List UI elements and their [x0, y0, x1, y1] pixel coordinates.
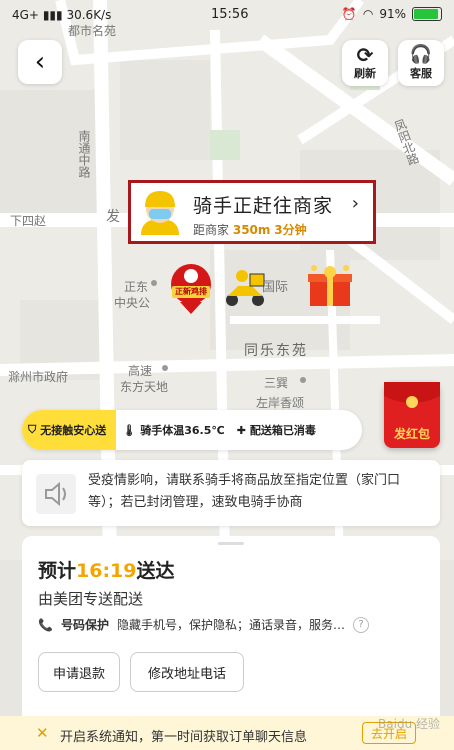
chevron-left-icon: ‹ [34, 47, 46, 77]
map-label: 左岸香颂 [256, 396, 305, 410]
rider-status-title: 骑手正赶往商家 [193, 195, 334, 217]
rider-temperature: 🌡 骑手体温36.5℃ [116, 422, 230, 438]
red-packet-button[interactable]: 发红包 [384, 382, 440, 448]
network-status: 4G+ ▮▮▮ 30.6K/s [12, 8, 111, 22]
rider-distance-info: 距商家 350m 3分钟 [193, 221, 307, 238]
headset-icon: 🎧 [409, 44, 433, 65]
delivery-provider: 由美团专送配送 [38, 590, 144, 608]
rider-temperature-label: 骑手体温36.5℃ [140, 424, 225, 437]
refresh-button[interactable]: ⟳ 刷新 [342, 40, 388, 86]
contactless-tag: ⛉ 无接触安心送 [22, 410, 117, 450]
speaker-icon [36, 474, 76, 514]
clock: 15:56 [211, 7, 249, 22]
disinfect-icon: ✚ [236, 423, 246, 437]
rider-avatar [141, 191, 179, 235]
network-type: 4G+ [12, 8, 39, 22]
status-bar: 4G+ ▮▮▮ 30.6K/s 15:56 ⏰ ◠ 91% [0, 0, 454, 32]
battery-percent: 91% [379, 7, 406, 21]
map-label: 高速 [128, 364, 153, 378]
wifi-icon: ◠ [362, 7, 374, 21]
customer-service-button[interactable]: 🎧 客服 [398, 40, 444, 86]
contactless-safety-bar[interactable]: ⛉ 无接触安心送 🌡 骑手体温36.5℃ ✚ 配送箱已消毒 [22, 410, 362, 450]
gift-box-marker[interactable] [304, 262, 356, 308]
distance-value: 350m [232, 223, 271, 237]
map-label: 南通中路 [77, 130, 91, 178]
map-label: 三巽 [264, 376, 289, 390]
thermometer-icon: 🌡 [122, 423, 137, 437]
order-panel: 预计16:19送达 由美团专送配送 📞 号码保护 隐藏手机号，保护隐私；通话录音… [22, 536, 440, 716]
edit-address-button[interactable]: 修改地址电话 [130, 652, 244, 692]
box-disinfected: ✚ 配送箱已消毒 [231, 422, 322, 438]
signal-icon: ▮▮▮ [42, 8, 63, 22]
red-packet-label: 发红包 [393, 427, 430, 441]
close-icon[interactable]: ✕ [36, 724, 49, 742]
network-speed: 30.6K/s [66, 8, 112, 22]
map-label: 下四赵 [10, 214, 47, 228]
customer-service-label: 客服 [410, 67, 432, 80]
notification-message: 开启系统通知，第一时间获取订单聊天信息 [60, 730, 308, 745]
rider-status-card[interactable]: 骑手正赶往商家 › 距商家 350m 3分钟 [128, 180, 376, 244]
delivery-eta: 预计16:19送达 [38, 556, 175, 583]
rider-marker [222, 268, 268, 308]
shield-icon: ⛉ [28, 423, 37, 436]
red-envelope-icon [384, 382, 440, 408]
contactless-label: 无接触安心送 [40, 424, 107, 437]
refund-button[interactable]: 申请退款 [38, 652, 120, 692]
alarm-icon: ⏰ [341, 7, 357, 21]
map-label: 发 [106, 209, 120, 225]
eta-value: 3分钟 [274, 223, 307, 237]
number-protection-desc: 隐藏手机号，保护隐私；通话录音，服务… [116, 618, 345, 632]
eta-suffix: 送达 [136, 560, 175, 582]
refresh-label: 刷新 [354, 67, 376, 80]
number-protection-label: 号码保护 [60, 618, 109, 632]
refresh-icon: ⟳ [356, 43, 374, 67]
eta-prefix: 预计 [38, 560, 77, 582]
drag-handle[interactable] [218, 542, 244, 545]
number-protection-row[interactable]: 📞 号码保护 隐藏手机号，保护隐私；通话录音，服务… ? [38, 616, 418, 633]
merchant-name-label: 正新鸡排 [175, 287, 207, 296]
gift-box-icon [308, 265, 352, 306]
box-disinfected-label: 配送箱已消毒 [249, 424, 316, 437]
epidemic-notice: 受疫情影响，请联系骑手将商品放至指定位置（家门口等）；若已封闭管理，速致电骑手协… [22, 460, 440, 526]
merchant-marker[interactable]: 正新鸡排 [166, 262, 216, 316]
map-label: 正东 [124, 280, 149, 294]
map-label: 中央公 [114, 296, 151, 310]
battery-icon [412, 7, 442, 21]
eta-time: 16:19 [76, 560, 137, 582]
map-label: 滁州市政府 [8, 370, 69, 384]
back-button[interactable]: ‹ [18, 40, 62, 84]
phone-icon: 📞 [38, 617, 53, 632]
question-icon[interactable]: ? [352, 616, 369, 633]
chevron-right-icon: › [351, 193, 359, 214]
notice-text: 受疫情影响，请联系骑手将商品放至指定位置（家门口等）；若已封闭管理，速致电骑手协… [88, 473, 401, 510]
scooter-icon [226, 270, 265, 306]
distance-prefix: 距商家 [193, 223, 230, 237]
watermark: Baidu 经验 [378, 717, 440, 731]
map-label: 同乐东苑 [244, 343, 308, 359]
system-icons: ⏰ ◠ 91% [342, 7, 442, 21]
map-label: 东方天地 [120, 380, 169, 394]
